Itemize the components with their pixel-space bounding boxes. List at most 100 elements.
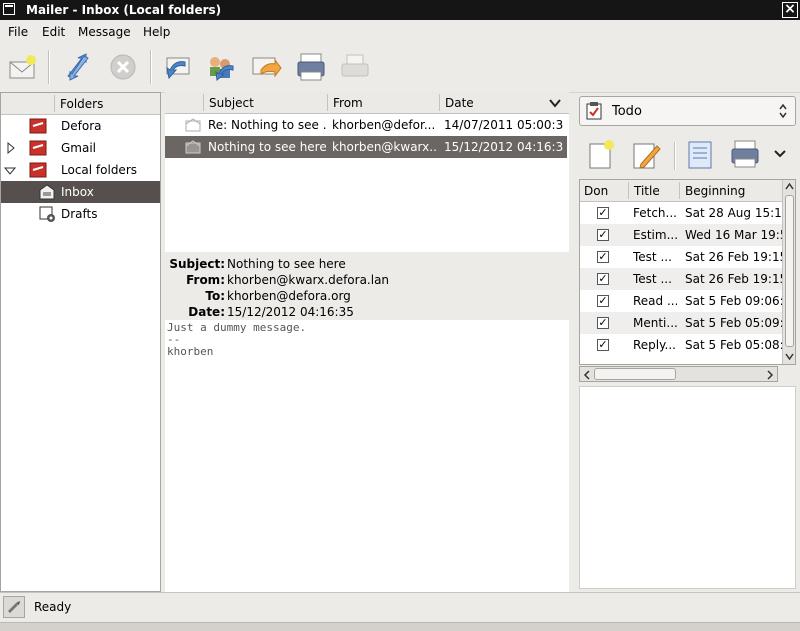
date-column-header[interactable]: Date — [445, 96, 474, 110]
close-window-button[interactable]: × — [782, 2, 798, 18]
beginning-column-header[interactable]: Beginning — [685, 184, 745, 198]
todo-row[interactable]: ✓ Menti... Sat 5 Feb 05:09: — [580, 312, 783, 334]
forward-button[interactable] — [249, 49, 285, 85]
title-bar: Mailer - Inbox (Local folders) × — [0, 0, 800, 20]
scroll-thumb[interactable] — [785, 195, 794, 347]
window-title: Mailer - Inbox (Local folders) — [26, 3, 222, 17]
window-menu-icon[interactable] — [3, 3, 15, 15]
read-message-icon — [185, 118, 201, 135]
todo-row[interactable]: ✓ Test ... Sat 26 Feb 19:15 — [580, 246, 783, 268]
todo-beginning: Sat 5 Feb 05:08: — [685, 338, 783, 352]
todo-beginning: Sat 5 Feb 05:09: — [685, 316, 783, 330]
chevron-down-icon — [774, 150, 786, 158]
done-checkbox[interactable]: ✓ — [597, 317, 609, 329]
scroll-right-icon[interactable] — [765, 369, 775, 383]
todo-beginning: Sat 28 Aug 15:17 — [685, 206, 783, 220]
menu-bar: File Edit Message Help — [0, 20, 800, 42]
folder-item-gmail[interactable]: Gmail — [1, 137, 160, 159]
message-body[interactable]: Just a dummy message. -- khorben — [165, 320, 569, 592]
subject-key: Subject: — [169, 257, 225, 271]
mail-account-icon — [29, 162, 47, 181]
folder-item-local-folders[interactable]: Local folders — [1, 159, 160, 181]
reply-all-button[interactable] — [203, 49, 239, 85]
from-column-header[interactable]: From — [333, 96, 363, 110]
scroll-up-icon[interactable] — [784, 181, 795, 193]
todo-row[interactable]: ✓ Test ... Sat 26 Feb 19:15 — [580, 268, 783, 290]
reply-button[interactable] — [160, 49, 196, 85]
message-list: Subject From Date Re: Nothing to see ...… — [165, 92, 569, 252]
done-checkbox[interactable]: ✓ — [597, 295, 609, 307]
status-bar: Ready — [0, 592, 800, 631]
plugin-selector-value: Todo — [612, 104, 642, 119]
todo-horizontal-scrollbar[interactable] — [579, 366, 778, 382]
send-receive-button[interactable] — [60, 49, 96, 85]
done-checkbox[interactable]: ✓ — [597, 229, 609, 241]
todo-beginning: Wed 16 Mar 19:5 — [685, 228, 783, 242]
todo-title: Fetch... — [633, 206, 677, 220]
print-button[interactable] — [293, 49, 329, 85]
edit-task-button[interactable] — [631, 138, 661, 170]
menu-file[interactable]: File — [8, 25, 28, 39]
plugin-selector[interactable]: Todo — [579, 96, 796, 126]
todo-vertical-scrollbar[interactable] — [782, 180, 795, 364]
toolbar — [0, 42, 800, 93]
done-checkbox[interactable]: ✓ — [597, 251, 609, 263]
menu-help[interactable]: Help — [143, 25, 170, 39]
new-message-icon — [9, 55, 36, 79]
print-preview-icon — [341, 54, 369, 77]
todo-toolbar — [579, 134, 796, 174]
new-task-icon — [589, 140, 614, 169]
properties-icon — [688, 141, 712, 169]
print-icon — [297, 53, 325, 81]
todo-list: Don Title Beginning ✓ Fetch... Sat 28 Aug … — [579, 179, 796, 365]
message-list-header: Subject From Date — [165, 92, 569, 114]
online-toggle-button[interactable] — [3, 596, 25, 618]
done-checkbox[interactable]: ✓ — [597, 207, 609, 219]
folder-item-drafts[interactable]: Drafts — [1, 203, 160, 225]
todo-row[interactable]: ✓ Reply... Sat 5 Feb 05:08: — [580, 334, 783, 356]
todo-row[interactable]: ✓ Read ... Sat 5 Feb 09:06: — [580, 290, 783, 312]
done-checkbox[interactable]: ✓ — [597, 273, 609, 285]
folder-item-inbox[interactable]: Inbox — [1, 181, 160, 203]
collapse-arrow-icon[interactable] — [3, 165, 17, 179]
message-row[interactable]: Nothing to see here khorben@kwarx.... 15… — [165, 136, 567, 158]
folder-panel: Folders Defora Gmail Local folders Inbox — [0, 92, 161, 592]
new-message-button[interactable] — [5, 49, 41, 85]
folder-item-defora[interactable]: Defora — [1, 115, 160, 137]
done-checkbox[interactable]: ✓ — [597, 339, 609, 351]
combo-arrows-icon — [778, 103, 788, 122]
drafts-icon — [38, 206, 56, 225]
print-task-button[interactable] — [729, 138, 761, 170]
task-properties-button[interactable] — [686, 138, 716, 170]
expand-arrow-icon[interactable] — [6, 141, 16, 157]
done-column-header[interactable]: Don — [584, 184, 608, 198]
mail-account-icon — [29, 118, 47, 137]
menu-message[interactable]: Message — [78, 25, 131, 39]
task-detail-area[interactable] — [579, 386, 796, 589]
todo-icon — [586, 102, 602, 123]
date-key: Date: — [188, 305, 225, 319]
message-row[interactable]: Re: Nothing to see ... khorben@defor... … — [165, 114, 567, 136]
folders-column-header[interactable]: Folders — [60, 97, 103, 111]
subject-column-header[interactable]: Subject — [209, 96, 254, 110]
reply-all-icon — [210, 57, 234, 81]
title-column-header[interactable]: Title — [634, 184, 660, 198]
new-task-button[interactable] — [587, 138, 617, 170]
todo-row[interactable]: ✓ Fetch... Sat 28 Aug 15:17 — [580, 202, 783, 224]
toolbar-overflow-button[interactable] — [773, 148, 789, 162]
scroll-down-icon[interactable] — [784, 350, 795, 362]
print-preview-button[interactable] — [337, 49, 373, 85]
scroll-left-icon[interactable] — [582, 369, 592, 383]
todo-row[interactable]: ✓ Estim... Wed 16 Mar 19:5 — [580, 224, 783, 246]
print-icon — [731, 140, 759, 168]
h-scroll-thumb[interactable] — [594, 368, 676, 380]
inbox-icon — [38, 184, 56, 203]
folder-header: Folders — [1, 93, 160, 115]
todo-title: Estim... — [633, 228, 677, 242]
send-receive-icon — [67, 53, 89, 81]
date-value: 15/12/2012 04:16:35 — [227, 305, 354, 319]
stop-button[interactable] — [105, 49, 141, 85]
menu-edit[interactable]: Edit — [42, 25, 65, 39]
message-headers: Subject: Nothing to see here From: khorb… — [165, 254, 569, 320]
mail-account-icon — [29, 140, 47, 159]
